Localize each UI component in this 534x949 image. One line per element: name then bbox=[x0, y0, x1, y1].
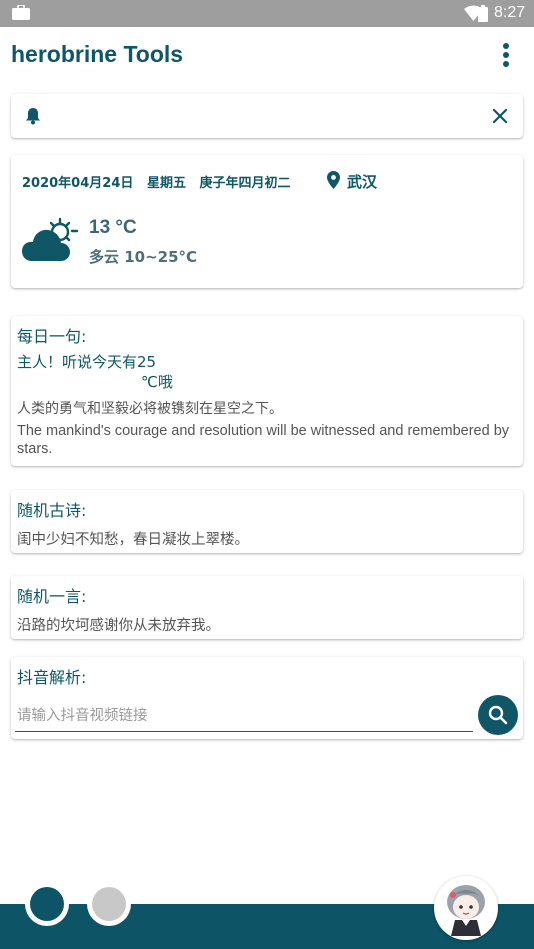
partly-cloudy-icon bbox=[22, 217, 78, 261]
avatar[interactable] bbox=[434, 876, 498, 940]
greeting-line-2: ℃哦 bbox=[141, 373, 173, 391]
greeting-line-1: 主人！听说今天有25 bbox=[17, 353, 157, 371]
close-icon[interactable] bbox=[491, 107, 509, 125]
nav-dot-inactive-fill bbox=[92, 887, 126, 921]
bell-icon bbox=[26, 108, 40, 125]
search-button[interactable] bbox=[478, 695, 518, 735]
app-title: herobrine Tools bbox=[11, 41, 184, 67]
temperature: 13 °C bbox=[89, 217, 137, 238]
douyin-link-input[interactable] bbox=[15, 701, 473, 732]
douyin-parse-title: 抖音解析: bbox=[17, 668, 87, 687]
weather-description: 多云 10~25°C bbox=[89, 248, 198, 266]
nav-dot-inactive[interactable] bbox=[87, 882, 131, 926]
lunar-date-text: 庚子年四月初二 bbox=[199, 176, 291, 191]
random-saying-card: 随机一言: 沿路的坎坷感谢你从未放弃我。 bbox=[11, 576, 523, 639]
status-bar: 8:27 bbox=[0, 0, 534, 27]
nav-dot-active-fill bbox=[30, 887, 64, 921]
random-poem-card: 随机古诗: 闺中少妇不知愁，春日凝妆上翠楼。 bbox=[11, 490, 523, 553]
search-icon bbox=[488, 705, 508, 725]
more-vert-icon[interactable] bbox=[496, 41, 516, 69]
battery-icon bbox=[478, 5, 488, 22]
location-pin-icon bbox=[327, 171, 340, 189]
notice-bar bbox=[11, 94, 523, 138]
random-poem-text: 闺中少妇不知愁，春日凝妆上翠楼。 bbox=[17, 532, 249, 548]
nav-dot-active[interactable] bbox=[25, 882, 69, 926]
date-text: 2020年04月24日 bbox=[22, 176, 134, 191]
date-line: 2020年04月24日 星期五 庚子年四月初二 bbox=[22, 172, 291, 191]
daily-quote-title: 每日一句: bbox=[17, 327, 87, 346]
quote-chinese: 人类的勇气和坚毅必将被镌刻在星空之下。 bbox=[17, 401, 283, 417]
quote-english: The mankind's courage and resolution wil… bbox=[17, 423, 510, 457]
status-time: 8:27 bbox=[494, 4, 526, 21]
random-saying-text: 沿路的坎坷感谢你从未放弃我。 bbox=[17, 618, 220, 634]
weekday-text: 星期五 bbox=[146, 176, 186, 191]
random-saying-title: 随机一言: bbox=[17, 587, 87, 606]
app-bar: herobrine Tools bbox=[0, 27, 534, 85]
random-poem-title: 随机古诗: bbox=[17, 501, 87, 520]
briefcase-icon bbox=[12, 5, 30, 20]
douyin-parse-card: 抖音解析: bbox=[11, 657, 523, 739]
anime-character-avatar-icon bbox=[447, 885, 485, 936]
city-label: 武汉 bbox=[347, 173, 378, 191]
weather-card: 2020年04月24日 星期五 庚子年四月初二 武汉 13 °C 多云 10~2… bbox=[11, 155, 523, 288]
daily-quote-card: 每日一句: 主人！听说今天有25 ℃哦 人类的勇气和坚毅必将被镌刻在星空之下。 … bbox=[11, 316, 523, 466]
